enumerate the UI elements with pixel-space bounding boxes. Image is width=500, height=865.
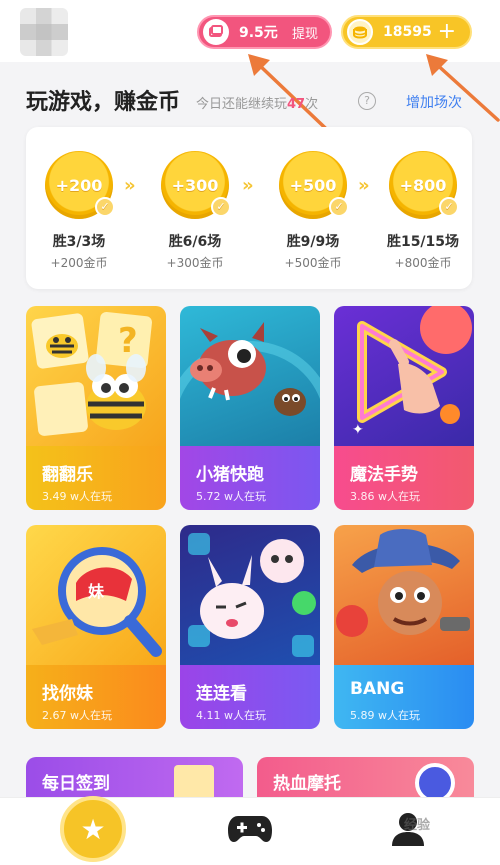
- game-card-mofa[interactable]: ✦ 魔法手势 3.86 w人在玩: [334, 306, 474, 510]
- milestone-reward: +300金币: [166, 256, 224, 270]
- game-players: 5.89 w人在玩: [350, 709, 420, 722]
- cash-amount: 9.5元: [239, 25, 278, 41]
- svg-text:✦: ✦: [352, 422, 364, 438]
- game-name: 找你妹: [42, 684, 93, 704]
- coin-stack-icon: [347, 19, 373, 45]
- game-players: 2.67 w人在玩: [42, 709, 112, 722]
- game-info: 翻翻乐 3.49 w人在玩: [26, 446, 166, 510]
- milestone-item[interactable]: +200 ✓ 胜3/3场 +200金币: [38, 151, 120, 271]
- promo-motorbike[interactable]: 热血摩托: [257, 757, 474, 802]
- milestone-reward: +200金币: [50, 256, 108, 270]
- promo-label: 热血摩托: [273, 774, 341, 794]
- game-name: 翻翻乐: [42, 465, 93, 485]
- game-players: 5.72 w人在玩: [196, 490, 266, 503]
- game-players: 4.11 w人在玩: [196, 709, 266, 722]
- game-name: 小猪快跑: [196, 465, 264, 485]
- watermark: 经验: [404, 818, 431, 833]
- game-name: 连连看: [196, 684, 247, 704]
- milestone-item[interactable]: +800 ✓ 胜15/15场 +800金币: [382, 151, 464, 271]
- svg-text:妹: 妹: [87, 582, 105, 601]
- promo-label: 每日签到: [42, 774, 110, 794]
- check-icon: ✓: [439, 197, 459, 217]
- check-icon: ✓: [329, 197, 349, 217]
- game-art-pig: [180, 306, 320, 510]
- milestone-title: 胜3/3场: [52, 234, 106, 250]
- cash-balance-pill[interactable]: 9.5元 提现: [197, 15, 332, 49]
- cash-stack-icon: [203, 19, 229, 45]
- game-name: 魔法手势: [350, 465, 418, 485]
- coin-balance-pill[interactable]: 18595 +: [341, 15, 472, 49]
- game-card-bang[interactable]: BANG 5.89 w人在玩: [334, 525, 474, 729]
- reward-coin-icon: +300 ✓: [161, 151, 231, 219]
- milestone-title: 胜6/6场: [168, 234, 222, 250]
- add-sessions-link[interactable]: 增加场次: [406, 92, 462, 112]
- game-info: 小猪快跑 5.72 w人在玩: [180, 446, 320, 510]
- remaining-plays-count: 47: [287, 97, 306, 112]
- help-icon[interactable]: ?: [358, 92, 376, 110]
- remaining-plays-text: 今日还能继续玩47次: [196, 97, 319, 112]
- game-art-magic-hand: ✦: [334, 306, 474, 446]
- chevron-right-icon: »: [242, 175, 254, 196]
- add-coins-button[interactable]: +: [438, 21, 456, 43]
- game-info: 找你妹 2.67 w人在玩: [26, 665, 166, 729]
- gamepad-icon[interactable]: [228, 814, 272, 844]
- check-icon: ✓: [211, 197, 231, 217]
- reward-coin-icon: +200 ✓: [45, 151, 115, 219]
- game-info: 魔法手势 3.86 w人在玩: [334, 446, 474, 510]
- game-art-magnifier: 妹: [26, 525, 166, 665]
- reward-coin-icon: +500 ✓: [279, 151, 349, 219]
- milestone-item[interactable]: +500 ✓ 胜9/9场 +500金币: [272, 151, 354, 271]
- game-card-xiaozhu[interactable]: 小猪快跑 5.72 w人在玩: [180, 306, 320, 510]
- game-art-bunnies: [180, 525, 320, 665]
- withdraw-button[interactable]: 提现: [292, 23, 318, 42]
- chevron-right-icon: »: [358, 175, 370, 196]
- game-players: 3.86 w人在玩: [350, 490, 420, 503]
- milestone-item[interactable]: +300 ✓ 胜6/6场 +300金币: [154, 151, 236, 271]
- star-icon[interactable]: ★: [60, 796, 126, 862]
- milestone-title: 胜15/15场: [386, 234, 460, 250]
- milestone-panel: +200 ✓ 胜3/3场 +200金币 » +300 ✓ 胜6/6场 +300金币 …: [26, 127, 472, 289]
- chevron-right-icon: »: [124, 175, 136, 196]
- section-title: 玩游戏，赚金币: [26, 90, 181, 115]
- game-info: BANG 5.89 w人在玩: [334, 665, 474, 729]
- game-card-zhaonimei[interactable]: 妹 找你妹 2.67 w人在玩: [26, 525, 166, 729]
- game-card-lianliankan[interactable]: 连连看 4.11 w人在玩: [180, 525, 320, 729]
- game-players: 3.49 w人在玩: [42, 490, 112, 503]
- milestone-reward: +500金币: [284, 256, 342, 270]
- avatar[interactable]: [20, 8, 68, 56]
- check-icon: ✓: [95, 197, 115, 217]
- game-card-fanfanle[interactable]: ? 翻翻乐 3.49 w人在玩: [26, 306, 166, 510]
- game-name: BANG: [350, 679, 405, 699]
- promo-daily-checkin[interactable]: 每日签到: [26, 757, 243, 802]
- coin-amount: 18595: [383, 24, 432, 40]
- annotation-arrow-icon: [426, 54, 500, 122]
- game-art-cowboy: [334, 525, 474, 665]
- milestone-title: 胜9/9场: [286, 234, 340, 250]
- reward-coin-icon: +800 ✓: [389, 151, 459, 219]
- milestone-reward: +800金币: [394, 256, 452, 270]
- game-art-bee: ?: [26, 306, 166, 446]
- game-info: 连连看 4.11 w人在玩: [180, 665, 320, 729]
